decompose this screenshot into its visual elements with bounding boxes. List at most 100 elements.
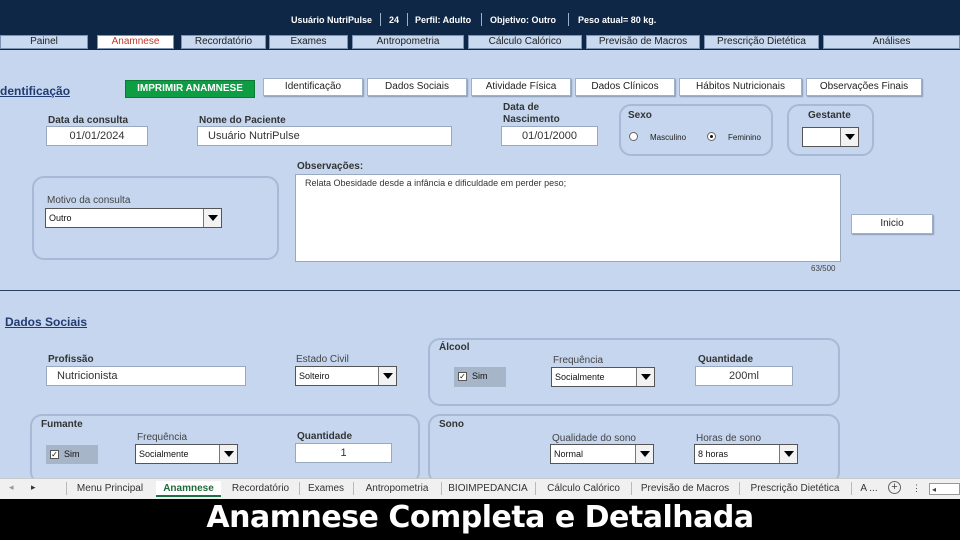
sleep-quality-dropdown[interactable]: Normal	[550, 444, 654, 464]
subtab-dados-clinicos[interactable]: Dados Clínicos	[575, 78, 675, 96]
smoker-frequency-label: Frequência	[137, 432, 188, 443]
sleep-hours-label: Horas de sono	[696, 433, 762, 444]
civil-status-dropdown[interactable]: Solteiro	[295, 366, 397, 386]
smoker-frequency-dropdown[interactable]: Socialmente	[135, 444, 238, 464]
print-anamnese-button[interactable]: IMPRIMIR ANAMNESE	[125, 80, 255, 98]
observations-textarea[interactable]: Relata Obesidade desde a infância e difi…	[295, 174, 841, 262]
sex-radio-feminino[interactable]	[707, 132, 716, 141]
sheet-tab-antropometria[interactable]: Antropometria	[356, 481, 438, 497]
smoker-title: Fumante	[41, 419, 83, 430]
consult-date-label: Data da consulta	[48, 115, 129, 126]
header-age: 24	[389, 15, 400, 25]
smoker-checkbox-label: Sim	[64, 449, 80, 459]
smoker-checkbox[interactable]: ✓ Sim	[46, 445, 98, 464]
chevron-down-icon	[636, 368, 654, 386]
alcohol-title: Álcool	[439, 342, 470, 353]
patient-name-field[interactable]: Usuário NutriPulse	[197, 126, 452, 146]
section-title-identificacao: dentificação	[0, 84, 71, 98]
chevron-down-icon	[219, 445, 237, 463]
patient-name-label: Nome do Paciente	[199, 115, 286, 126]
alcohol-frequency-value: Socialmente	[555, 372, 605, 382]
nav-tab-calculo-calorico[interactable]: Cálculo Calórico	[468, 35, 582, 49]
sheet-tab-menu-principal[interactable]: Menu Principal	[70, 481, 150, 497]
tab-separator	[353, 482, 354, 495]
add-sheet-icon[interactable]: +	[888, 481, 901, 494]
video-caption: Anamnese Completa e Detalhada	[206, 500, 754, 535]
sex-option-feminino: Feminino	[728, 133, 761, 142]
more-options-icon[interactable]: ⋮	[912, 483, 921, 494]
nav-tab-exames[interactable]: Exames	[269, 35, 348, 49]
sheet-tab-more[interactable]: A ...	[855, 481, 883, 497]
scroll-right-icon[interactable]: ▸	[31, 482, 36, 493]
subtab-dados-sociais[interactable]: Dados Sociais	[367, 78, 467, 96]
subtab-habitos-nutricionais[interactable]: Hábitos Nutricionais	[679, 78, 802, 96]
sleep-quality-value: Normal	[554, 449, 584, 459]
birth-date-field[interactable]: 01/01/2000	[501, 126, 598, 146]
subtab-atividade-fisica[interactable]: Atividade Física	[471, 78, 571, 96]
civil-status-label: Estado Civil	[296, 354, 349, 365]
section-title-dados-sociais: Dados Sociais	[5, 315, 88, 329]
inicio-button[interactable]: Inicio	[851, 214, 933, 234]
tab-separator	[66, 482, 67, 495]
horizontal-scrollbar[interactable]: ◂	[929, 483, 960, 495]
chevron-down-icon	[635, 445, 653, 463]
reason-value: Outro	[49, 213, 72, 223]
sheet-tab-anamnese[interactable]: Anamnese	[156, 481, 221, 497]
sex-option-masculino: Masculino	[650, 133, 687, 142]
alcohol-frequency-label: Frequência	[553, 355, 604, 366]
nav-tab-prescricao-dietetica[interactable]: Prescrição Dietética	[704, 35, 819, 49]
sleep-title: Sono	[439, 419, 464, 430]
reason-dropdown[interactable]: Outro	[45, 208, 222, 228]
alcohol-checkbox[interactable]: ✓ Sim	[454, 367, 506, 387]
sleep-hours-dropdown[interactable]: 8 horas	[694, 444, 798, 464]
nav-tab-recordatorio[interactable]: Recordatório	[181, 35, 266, 49]
alcohol-quantity-field[interactable]: 200ml	[695, 366, 793, 386]
sheet-tab-previsao-macros[interactable]: Previsão de Macros	[634, 481, 736, 497]
alcohol-frequency-dropdown[interactable]: Socialmente	[551, 367, 655, 387]
tab-separator	[441, 482, 442, 495]
header-weight: Peso atual= 80 kg.	[578, 15, 657, 25]
alcohol-quantity-label: Quantidade	[698, 354, 754, 365]
sheet-tab-recordatorio[interactable]: Recordatório	[224, 481, 297, 497]
subtab-observacoes-finais[interactable]: Observações Finais	[806, 78, 922, 96]
sex-radio-masculino[interactable]	[629, 132, 638, 141]
sleep-quality-label: Qualidade do sono	[552, 433, 636, 444]
tab-separator	[631, 482, 632, 495]
header-user: Usuário NutriPulse	[291, 15, 373, 25]
chevron-down-icon	[840, 128, 858, 146]
header-separator	[568, 13, 569, 26]
scroll-left-arrow-icon[interactable]: ◂	[932, 484, 936, 495]
civil-status-value: Solteiro	[299, 371, 330, 381]
checkmark-icon: ✓	[458, 372, 467, 381]
chevron-down-icon	[203, 209, 221, 227]
nav-tab-analises[interactable]: Análises	[823, 35, 960, 49]
header-separator	[380, 13, 381, 26]
section-divider	[0, 290, 960, 291]
sheet-tab-calculo-calorico[interactable]: Cálculo Calórico	[538, 481, 629, 497]
header-separator	[481, 13, 482, 26]
tab-separator	[739, 482, 740, 495]
header-separator	[407, 13, 408, 26]
sheet-tab-exames[interactable]: Exames	[302, 481, 350, 497]
sheet-tab-bioimpedancia[interactable]: BIOIMPEDANCIA	[444, 481, 532, 497]
consult-date-field[interactable]: 01/01/2024	[46, 126, 148, 146]
profession-field[interactable]: Nutricionista	[46, 366, 246, 386]
char-counter: 63/500	[811, 264, 836, 273]
checkmark-icon: ✓	[50, 450, 59, 459]
tab-separator	[851, 482, 852, 495]
nav-tab-painel[interactable]: Painel	[0, 35, 88, 49]
pregnant-label: Gestante	[808, 110, 851, 121]
observations-label: Observações:	[297, 161, 364, 172]
nav-tab-previsao-macros[interactable]: Previsão de Macros	[586, 35, 700, 49]
smoker-quantity-label: Quantidade	[297, 431, 353, 442]
smoker-quantity-field[interactable]: 1	[295, 443, 392, 463]
header-profile: Perfil: Adulto	[415, 15, 472, 25]
header-goal: Objetivo: Outro	[490, 15, 556, 25]
tab-separator	[535, 482, 536, 495]
pregnant-dropdown[interactable]	[802, 127, 859, 147]
nav-tab-antropometria[interactable]: Antropometria	[352, 35, 464, 49]
nav-tab-anamnese[interactable]: Anamnese	[97, 35, 174, 49]
subtab-identificacao[interactable]: Identificação	[263, 78, 363, 96]
scroll-left-icon[interactable]: ◂	[9, 482, 14, 493]
sheet-tab-prescricao-dietetica[interactable]: Prescrição Dietética	[742, 481, 848, 497]
